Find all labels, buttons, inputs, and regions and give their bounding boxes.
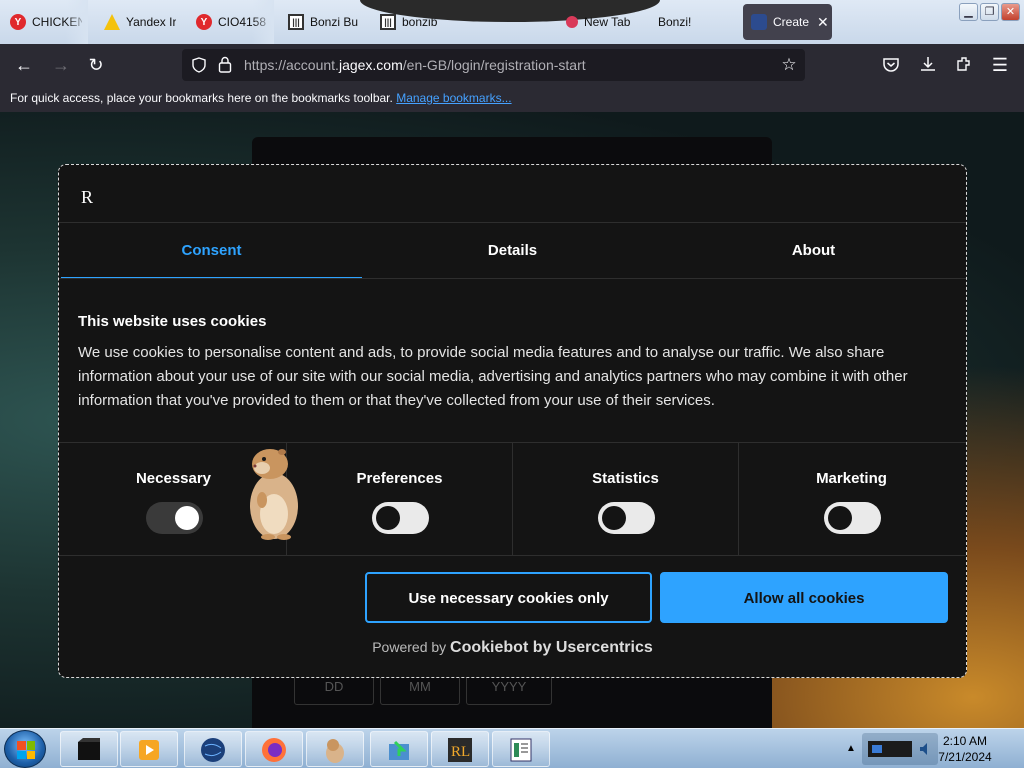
toggle-knob xyxy=(375,506,400,530)
toggle-knob xyxy=(827,506,852,530)
hamster-sticker xyxy=(250,449,298,540)
black-box-icon xyxy=(78,738,100,760)
tab-label: New Tab xyxy=(584,15,631,29)
tab-label: Yandex Ir xyxy=(126,15,176,29)
reload-icon[interactable]: ↻ xyxy=(85,54,107,76)
clock-date: 7/21/2024 xyxy=(938,750,992,764)
document-icon xyxy=(510,738,532,762)
taskbar-installer[interactable] xyxy=(370,731,428,767)
dialog-title: This website uses cookies xyxy=(78,313,267,330)
manage-bookmarks-link[interactable]: Manage bookmarks... xyxy=(396,91,511,105)
media-player-icon xyxy=(139,740,159,760)
clock-time: 2:10 AM xyxy=(942,734,988,748)
cookiebot-brand: Cookiebot by Usercentrics xyxy=(450,639,653,656)
close-tab-icon[interactable]: ✕ xyxy=(817,14,829,31)
taskbar: RL ▲ 2:10 AM 7/21/2024 xyxy=(0,728,1024,768)
yandex-icon: Y xyxy=(196,14,212,30)
maximize-button[interactable]: ❐ xyxy=(980,3,999,21)
statistics-toggle[interactable] xyxy=(597,502,655,534)
use-necessary-cookies-button[interactable]: Use necessary cookies only xyxy=(365,572,652,623)
tab-create-account[interactable]: Create ✕ xyxy=(743,4,832,40)
yandex-icon: Y xyxy=(10,14,26,30)
yandex-images-icon xyxy=(104,14,120,30)
firefox-icon xyxy=(262,738,286,762)
cookie-categories: Necessary Preferences Statistics Marketi… xyxy=(61,443,964,555)
menu-icon[interactable]: ☰ xyxy=(989,54,1011,76)
category-statistics: Statistics xyxy=(513,443,739,555)
download-icon[interactable] xyxy=(919,55,937,73)
cookie-consent-dialog: R Consent Details About This website use… xyxy=(58,164,967,678)
bonzi-icon: ||| xyxy=(288,14,304,30)
extensions-icon[interactable] xyxy=(955,55,973,73)
pocket-icon[interactable] xyxy=(882,56,900,74)
taskbar-runelite[interactable]: RL xyxy=(431,731,489,767)
category-label: Statistics xyxy=(592,470,659,487)
taskbar-document[interactable] xyxy=(492,731,550,767)
tab-label: Bonzi Bu xyxy=(310,15,359,29)
lock-icon[interactable] xyxy=(218,56,232,73)
taskbar-globe[interactable] xyxy=(184,731,242,767)
svg-text:RL: RL xyxy=(451,744,470,760)
category-preferences: Preferences xyxy=(287,443,513,555)
taskbar-firefox[interactable] xyxy=(245,731,303,767)
url-bar[interactable]: https://account.jagex.com/en-GB/login/re… xyxy=(182,49,805,81)
marketing-toggle[interactable] xyxy=(823,502,881,534)
windows-logo-icon xyxy=(17,741,35,759)
shield-icon[interactable] xyxy=(191,57,207,73)
tab-consent[interactable]: Consent xyxy=(61,223,362,279)
tab-about[interactable]: About xyxy=(663,223,964,279)
tab-yandex-images[interactable]: Yandex Ir xyxy=(104,4,176,40)
tab-new-tab[interactable]: New Tab xyxy=(566,4,646,40)
necessary-toggle[interactable] xyxy=(145,502,203,534)
cookiebot-logo: R xyxy=(81,187,94,207)
clock[interactable]: 2:10 AM 7/21/2024 xyxy=(930,733,1000,765)
divider xyxy=(59,278,966,279)
navigation-toolbar: ← → ↻ https://account.jagex.com/en-GB/lo… xyxy=(0,44,1024,86)
category-label: Preferences xyxy=(356,470,443,487)
bonzi-icon: ||| xyxy=(380,14,396,30)
window-controls: ▁ ❐ ✕ xyxy=(959,3,1020,21)
preferences-toggle[interactable] xyxy=(371,502,429,534)
divider xyxy=(59,555,966,556)
runelite-icon: RL xyxy=(448,738,472,762)
allow-all-cookies-button[interactable]: Allow all cookies xyxy=(660,572,948,623)
consent-tabs: Consent Details About xyxy=(61,223,964,279)
tab-label: Create xyxy=(773,15,810,29)
category-marketing: Marketing xyxy=(739,443,964,555)
start-button[interactable] xyxy=(4,730,46,768)
toggle-knob xyxy=(174,506,199,530)
network-drive-icon xyxy=(868,741,912,757)
url-text[interactable]: https://account.jagex.com/en-GB/login/re… xyxy=(244,57,586,73)
new-tab-icon xyxy=(566,16,578,28)
taskbar-hamster[interactable] xyxy=(306,731,364,767)
powered-prefix: Powered by xyxy=(372,639,447,655)
tab-bonzi-buddy[interactable]: ||| Bonzi Bu xyxy=(288,4,364,40)
system-tray[interactable] xyxy=(862,733,938,765)
globe-icon xyxy=(201,738,225,762)
installer-icon xyxy=(389,740,409,760)
back-icon[interactable]: ← xyxy=(13,54,35,76)
powered-by[interactable]: Powered by Cookiebot by Usercentrics xyxy=(59,639,966,657)
tab-strip: Y CHICKEN Yandex Ir Y CIO4158 ||| Bonzi … xyxy=(0,0,1024,44)
category-label: Marketing xyxy=(816,470,887,487)
taskbar-media-player[interactable] xyxy=(120,731,178,767)
runescape-icon xyxy=(751,14,767,30)
bookmarks-hint: For quick access, place your bookmarks h… xyxy=(10,91,393,105)
tab-details[interactable]: Details xyxy=(362,223,663,279)
minimize-button[interactable]: ▁ xyxy=(959,3,978,21)
dialog-description: We use cookies to personalise content an… xyxy=(78,344,908,409)
close-window-button[interactable]: ✕ xyxy=(1001,3,1020,21)
bookmarks-toolbar: For quick access, place your bookmarks h… xyxy=(0,86,1024,112)
forward-icon[interactable]: → xyxy=(50,54,72,76)
tray-expand-icon[interactable]: ▲ xyxy=(846,743,856,754)
taskbar-app-box[interactable] xyxy=(60,731,118,767)
hamster-icon xyxy=(326,739,344,763)
tab-label: Bonzi! xyxy=(658,15,692,29)
toggle-knob xyxy=(601,506,626,530)
tab-bonzi[interactable]: Bonzi! xyxy=(658,4,718,40)
bookmark-star-icon[interactable]: ☆ xyxy=(778,54,800,76)
